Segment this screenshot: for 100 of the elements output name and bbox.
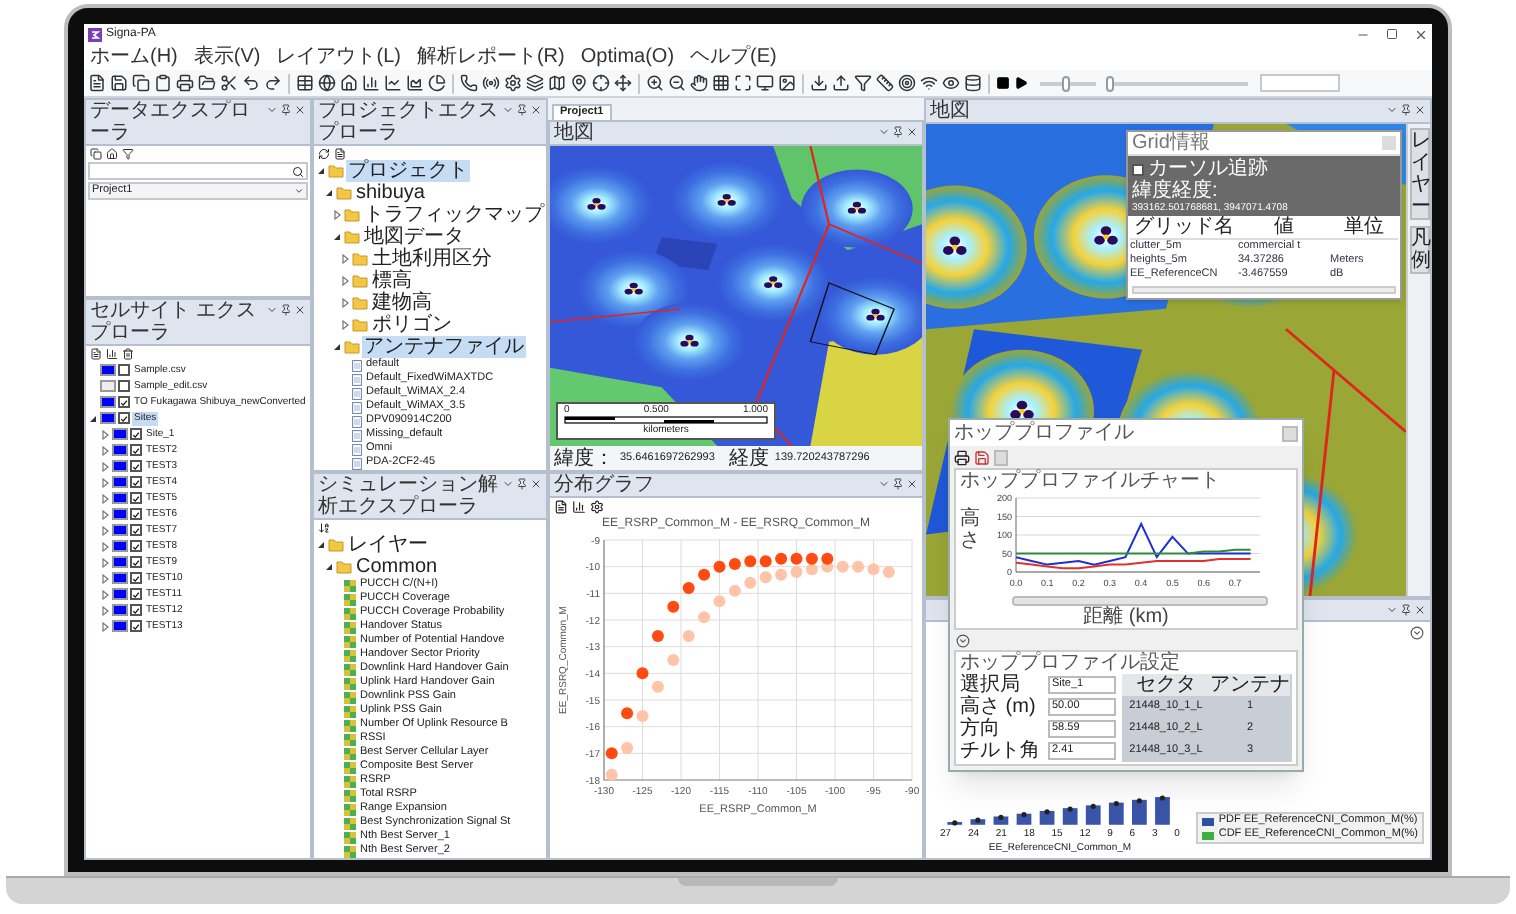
stop-icon[interactable]	[996, 76, 1010, 90]
side-tab[interactable]: 凡例	[1409, 226, 1429, 274]
tree-item[interactable]: トラフィックマップ	[362, 204, 546, 226]
folder-icon[interactable]	[198, 74, 216, 92]
pin-icon[interactable]	[892, 478, 904, 490]
tree-item[interactable]: 土地利用区分	[370, 248, 494, 270]
menu-item[interactable]: ヘルプ(E)	[690, 46, 777, 68]
checkbox[interactable]	[130, 508, 142, 520]
tree-item[interactable]: shibuya	[354, 182, 427, 204]
refresh-icon[interactable]	[318, 147, 330, 159]
file-icon[interactable]	[334, 147, 346, 159]
checkbox[interactable]	[118, 412, 130, 424]
phone-icon[interactable]	[460, 74, 478, 92]
collapsed-arrow-icon[interactable]	[100, 509, 110, 519]
redo-icon[interactable]	[264, 74, 282, 92]
collapsed-arrow-icon[interactable]	[340, 298, 350, 308]
image-icon[interactable]	[778, 74, 796, 92]
tree-item[interactable]: ポリゴン	[370, 314, 454, 336]
expanded-arrow-icon[interactable]	[332, 232, 342, 242]
tree-item[interactable]: 標高	[370, 270, 414, 292]
layers-icon[interactable]	[526, 74, 544, 92]
checkbox[interactable]	[118, 380, 130, 392]
bar-chart-icon[interactable]	[572, 500, 586, 514]
table-icon[interactable]	[296, 74, 314, 92]
crosshair-icon[interactable]	[592, 74, 610, 92]
slider-thumb[interactable]	[1106, 75, 1115, 91]
maximize-icon[interactable]	[734, 74, 752, 92]
file-icon[interactable]	[554, 500, 568, 514]
copy-icon[interactable]	[90, 148, 102, 160]
radio-icon[interactable]	[482, 74, 500, 92]
checkbox[interactable]	[130, 444, 142, 456]
pin-icon[interactable]	[892, 126, 904, 138]
clipboard-icon[interactable]	[154, 74, 172, 92]
collapsed-arrow-icon[interactable]	[100, 461, 110, 471]
expanded-arrow-icon[interactable]	[88, 413, 98, 423]
pie-chart-icon[interactable]	[428, 74, 446, 92]
filter-icon[interactable]	[122, 148, 134, 160]
grid-icon[interactable]	[712, 74, 730, 92]
search-icon[interactable]	[292, 165, 304, 177]
line-chart-icon[interactable]	[384, 74, 402, 92]
move-icon[interactable]	[614, 74, 632, 92]
expanded-arrow-icon[interactable]	[324, 188, 334, 198]
pin-icon[interactable]	[280, 104, 292, 116]
wifi-icon[interactable]	[920, 74, 938, 92]
download-icon[interactable]	[810, 74, 828, 92]
hand-icon[interactable]	[690, 74, 708, 92]
tree-item[interactable]: 建物高	[370, 292, 434, 314]
collapsed-arrow-icon[interactable]	[100, 493, 110, 503]
menu-item[interactable]: 表示(V)	[193, 46, 261, 68]
close-icon[interactable]	[294, 104, 306, 116]
printer-icon[interactable]	[176, 74, 194, 92]
checkbox[interactable]	[130, 460, 142, 472]
settings-icon[interactable]	[504, 74, 522, 92]
collapse-icon[interactable]	[1410, 625, 1424, 639]
checkbox[interactable]	[118, 364, 130, 376]
scissors-icon[interactable]	[220, 74, 238, 92]
close-icon[interactable]	[906, 126, 918, 138]
pin-icon[interactable]	[516, 104, 528, 116]
close-icon[interactable]	[906, 478, 918, 490]
collapsed-arrow-icon[interactable]	[100, 477, 110, 487]
printer-icon[interactable]	[954, 449, 970, 465]
menu-item[interactable]: レイアウト(L)	[276, 46, 401, 68]
target-icon[interactable]	[898, 74, 916, 92]
collapsed-arrow-icon[interactable]	[100, 621, 110, 631]
upload-icon[interactable]	[832, 74, 850, 92]
bar-chart-icon[interactable]	[106, 348, 118, 360]
checkbox[interactable]	[130, 428, 142, 440]
side-tab[interactable]: レイヤー	[1409, 128, 1429, 220]
collapsed-arrow-icon[interactable]	[340, 254, 350, 264]
checkbox[interactable]	[118, 396, 130, 408]
checkbox[interactable]	[1132, 163, 1144, 175]
collapsed-arrow-icon[interactable]	[100, 589, 110, 599]
input-field[interactable]	[1260, 74, 1340, 92]
file-icon[interactable]	[90, 348, 102, 360]
close-icon[interactable]	[1414, 27, 1428, 41]
expanded-arrow-icon[interactable]	[316, 166, 326, 176]
monitor-icon[interactable]	[756, 74, 774, 92]
close-icon[interactable]	[530, 104, 542, 116]
eye-icon[interactable]	[942, 74, 960, 92]
collapsed-arrow-icon[interactable]	[340, 320, 350, 330]
close-icon[interactable]	[294, 304, 306, 316]
area-chart-icon[interactable]	[406, 74, 424, 92]
checkbox[interactable]	[130, 524, 142, 536]
map-icon[interactable]	[548, 74, 566, 92]
close-icon[interactable]	[1414, 104, 1426, 116]
slider-thumb[interactable]	[1061, 75, 1070, 91]
scrollbar[interactable]	[1012, 596, 1268, 606]
checkbox[interactable]	[130, 556, 142, 568]
tree-item[interactable]: レイヤー	[346, 534, 430, 556]
checkbox[interactable]	[130, 620, 142, 632]
expanded-arrow-icon[interactable]	[332, 342, 342, 352]
checkbox[interactable]	[130, 604, 142, 616]
zoom-in-icon[interactable]	[646, 74, 664, 92]
undo-icon[interactable]	[242, 74, 260, 92]
pin-icon[interactable]	[516, 478, 528, 490]
collapsed-arrow-icon[interactable]	[100, 557, 110, 567]
collapsed-arrow-icon[interactable]	[100, 541, 110, 551]
collapsed-arrow-icon[interactable]	[100, 573, 110, 583]
tree-item[interactable]: 地図データ	[362, 226, 466, 248]
save-icon[interactable]	[110, 74, 128, 92]
